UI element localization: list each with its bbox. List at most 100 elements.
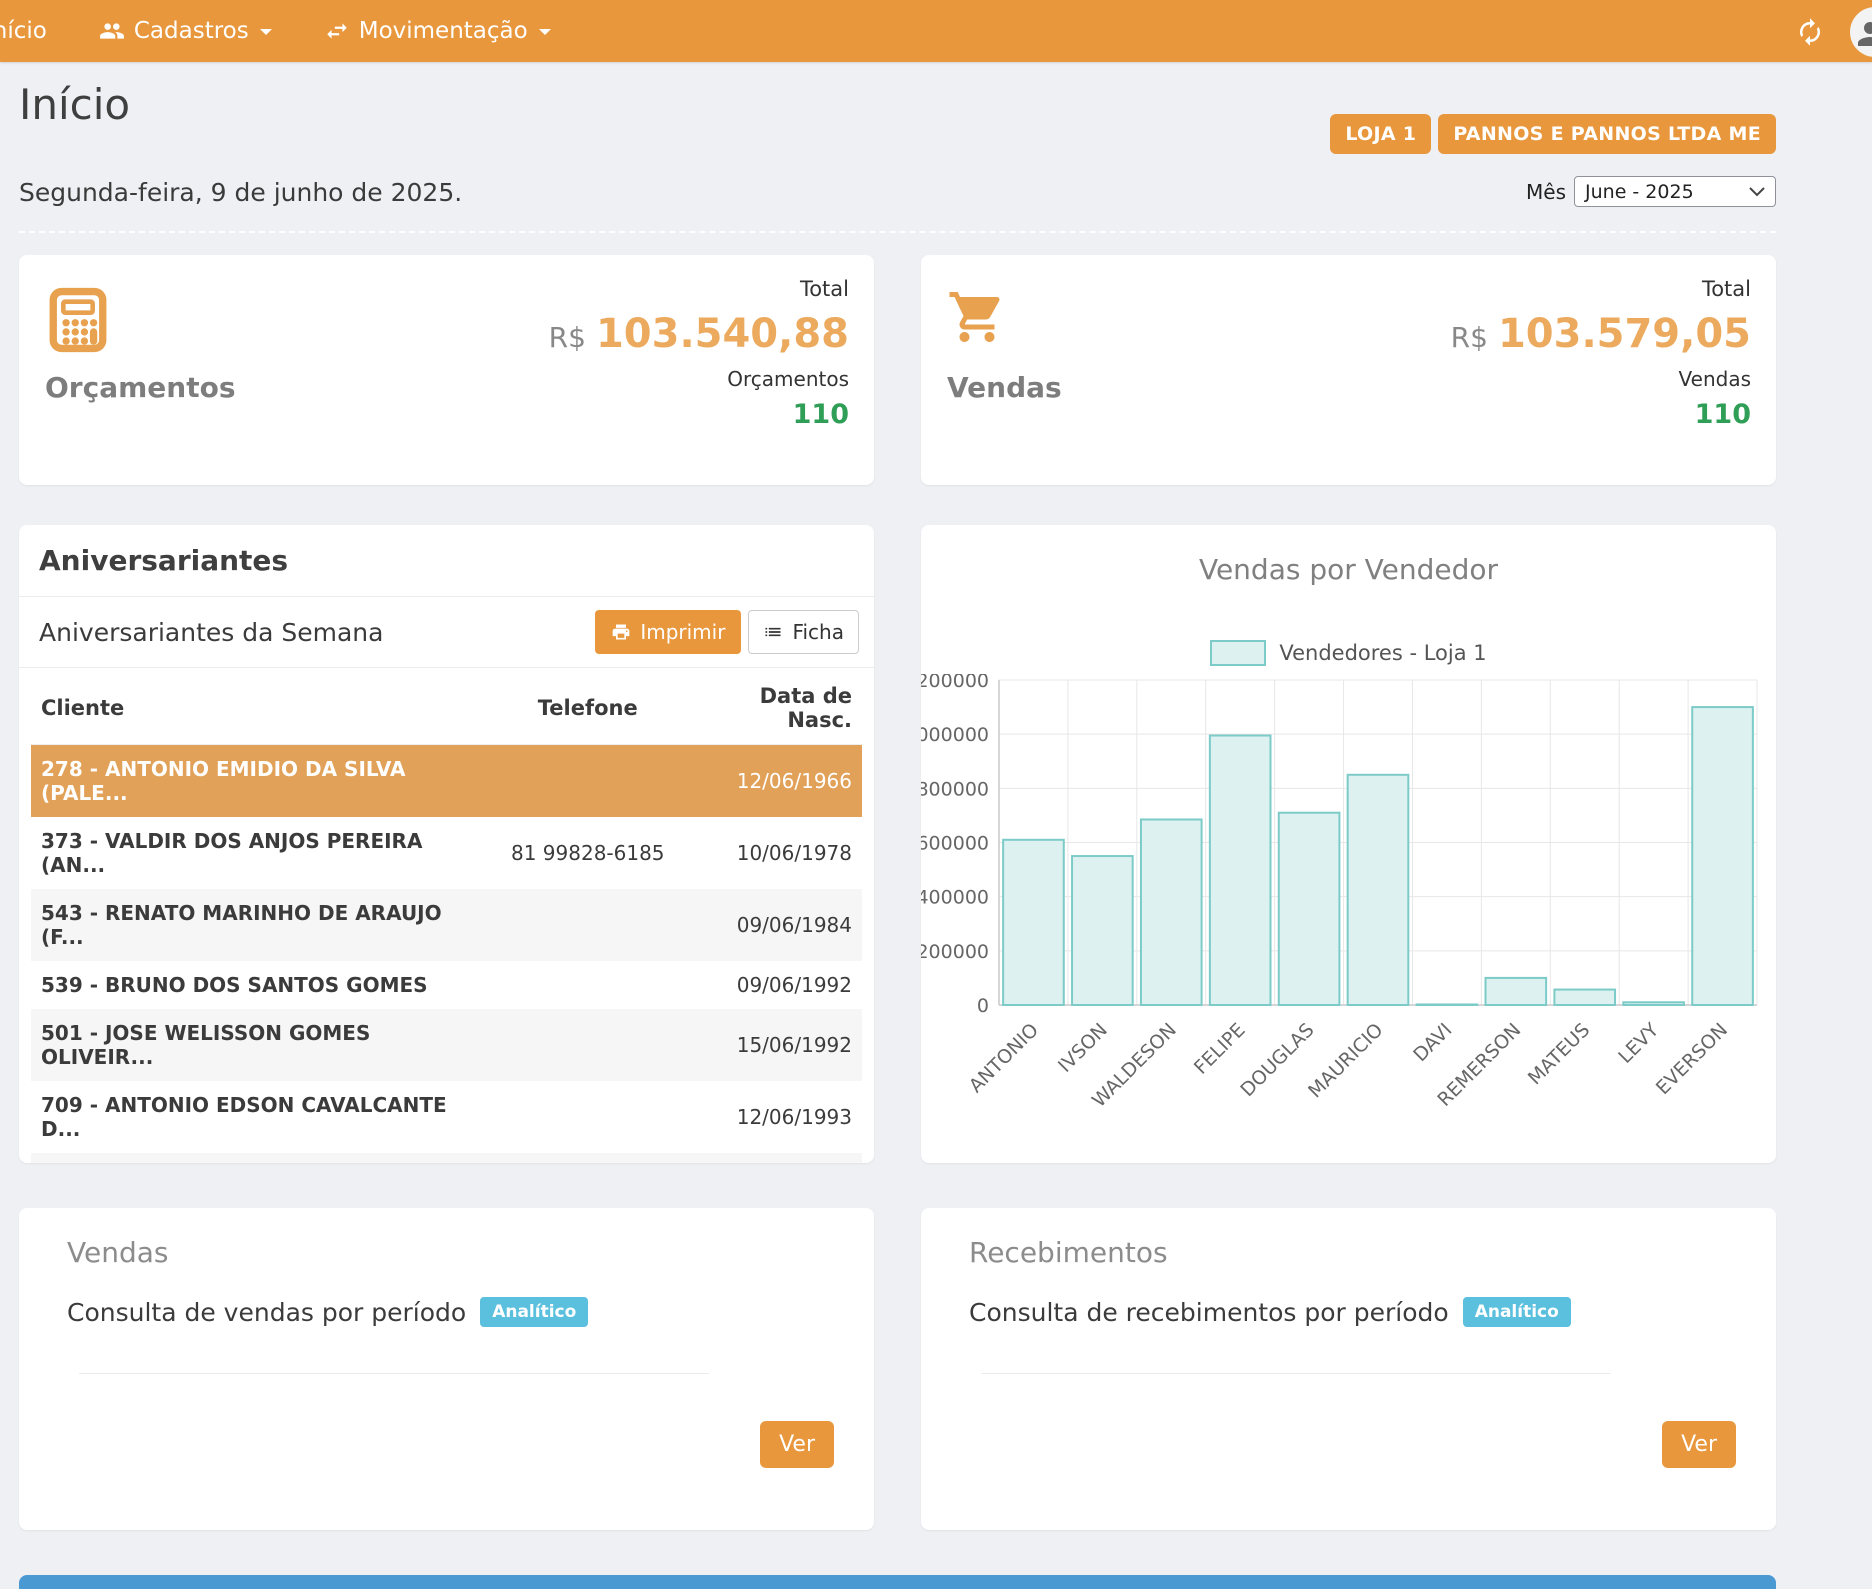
svg-text:LEVY: LEVY [1614,1019,1663,1068]
nav-item-movimentacao[interactable]: Movimentação [298,0,577,62]
list-icon [763,622,783,642]
table-row[interactable]: 501 - JOSE WELISSON GOMES OLIVEIR... 15/0… [31,1009,862,1081]
currency-label: R$ [1451,321,1488,354]
month-label: Mês [1526,180,1566,204]
count-label: Vendas [1451,367,1751,391]
column-data-nasc: Data de Nasc. [687,670,862,745]
next-panel-strip [19,1575,1776,1589]
legend-label: Vendedores - Loja 1 [1279,641,1486,665]
table-row[interactable]: 669 - RAFAELA PROCOPIO DA SILVA CA... 11/… [31,1153,862,1163]
birthdays-table: Cliente Telefone Data de Nasc. 278 - ANT… [31,670,862,1163]
table-cell-birth: 11/06/1995 [687,1153,862,1163]
table-cell-phone [488,889,687,961]
table-cell-phone [488,1009,687,1081]
table-cell-birth: 09/06/1992 [687,961,862,1009]
svg-text:DAVI: DAVI [1409,1019,1456,1066]
table-cell-client: 539 - BRUNO DOS SANTOS GOMES [31,961,488,1009]
total-value: 103.579,05 [1498,311,1751,357]
users-icon [99,18,125,44]
table-cell-phone [488,745,687,818]
person-icon [1852,16,1872,52]
birthdays-panel: Aniversariantes Aniversariantes da Seman… [19,525,874,1163]
table-cell-birth: 15/06/1992 [687,1009,862,1081]
table-row[interactable]: 373 - VALDIR DOS ANJOS PEREIRA (AN...81 … [31,817,862,889]
table-cell-client: 669 - RAFAELA PROCOPIO DA SILVA CA... [31,1153,488,1163]
currency-label: R$ [549,321,586,354]
svg-text:IVSON: IVSON [1054,1019,1112,1077]
summary-card-orcamentos: Orçamentos Total R$103.540,88 Orçamentos… [19,255,874,485]
chart-legend[interactable]: Vendedores - Loja 1 [921,640,1776,666]
printer-icon [611,622,631,642]
print-button[interactable]: Imprimir [595,610,741,654]
column-telefone: Telefone [488,670,687,745]
store-button[interactable]: LOJA 1 [1330,114,1431,154]
nav-item-inicio[interactable]: Início [0,0,73,62]
bottom-card-title: Recebimentos [969,1236,1728,1269]
page-date: Segunda-feira, 9 de junho de 2025. [19,178,462,207]
company-button[interactable]: PANNOS E PANNOS LTDA ME [1438,114,1776,154]
svg-text:400000: 400000 [921,887,989,909]
refresh-button[interactable] [1795,17,1825,47]
table-row[interactable]: 709 - ANTONIO EDSON CAVALCANTE D... 12/06… [31,1081,862,1153]
nav-item-label: Cadastros [134,18,249,44]
svg-text:800000: 800000 [921,778,989,800]
bottom-card-desc: Consulta de vendas por período [67,1298,466,1327]
legend-swatch [1210,640,1266,666]
total-value: 103.540,88 [596,311,849,357]
chart-title: Vendas por Vendedor [921,553,1776,586]
table-cell-client: 278 - ANTONIO EMIDIO DA SILVA (PALE... [31,745,488,818]
svg-text:1000000: 1000000 [921,724,989,746]
chevron-down-icon [1749,187,1765,197]
total-label: Total [1451,277,1751,301]
summary-card-title: Vendas [947,371,1062,404]
month-select[interactable]: June - 2025 [1574,176,1776,207]
table-cell-phone [488,1153,687,1163]
table-row[interactable]: 539 - BRUNO DOS SANTOS GOMES 09/06/1992 [31,961,862,1009]
navbar: Início Cadastros Movimentação [0,0,1872,62]
refresh-icon [1795,17,1825,47]
count-label: Orçamentos [549,367,849,391]
svg-text:200000: 200000 [921,941,989,963]
total-label: Total [549,277,849,301]
bottom-card-desc: Consulta de recebimentos por período [969,1298,1449,1327]
table-cell-phone [488,961,687,1009]
ficha-button[interactable]: Ficha [748,610,859,654]
table-row[interactable]: 278 - ANTONIO EMIDIO DA SILVA (PALE... 12… [31,745,862,818]
exchange-icon [324,18,350,44]
table-cell-birth: 09/06/1984 [687,889,862,961]
cart-icon [947,287,1013,353]
badge-analitico: Analítico [1463,1297,1571,1327]
birthdays-subtitle: Aniversariantes da Semana [39,618,383,647]
panel-title: Aniversariantes [19,525,874,597]
svg-text:0: 0 [977,995,989,1017]
nav-item-cadastros[interactable]: Cadastros [73,0,298,62]
svg-text:MATEUS: MATEUS [1524,1019,1594,1089]
sales-chart: 020000040000060000080000010000001200000A… [921,674,1776,1144]
badge-analitico: Analítico [480,1297,588,1327]
table-cell-birth: 12/06/1993 [687,1081,862,1153]
nav-item-label: Início [0,18,47,44]
table-cell-client: 373 - VALDIR DOS ANJOS PEREIRA (AN... [31,817,488,889]
ver-button[interactable]: Ver [760,1421,834,1468]
divider [19,231,1776,233]
nav-item-label: Movimentação [359,18,528,44]
count-value: 110 [549,399,849,430]
calculator-icon [45,287,111,353]
table-cell-phone: 81 99828-6185 [488,817,687,889]
ver-button[interactable]: Ver [1662,1421,1736,1468]
month-select-value: June - 2025 [1585,181,1694,203]
table-cell-client: 543 - RENATO MARINHO DE ARAUJO (F... [31,889,488,961]
table-cell-client: 709 - ANTONIO EDSON CAVALCANTE D... [31,1081,488,1153]
svg-text:ANTONIO: ANTONIO [965,1019,1043,1097]
avatar[interactable] [1850,7,1872,57]
svg-text:FELIPE: FELIPE [1190,1019,1250,1079]
table-row[interactable]: 543 - RENATO MARINHO DE ARAUJO (F... 09/0… [31,889,862,961]
table-cell-client: 501 - JOSE WELISSON GOMES OLIVEIR... [31,1009,488,1081]
table-cell-birth: 12/06/1966 [687,745,862,818]
page-title: Início [19,82,130,128]
count-value: 110 [1451,399,1751,430]
column-cliente: Cliente [31,670,488,745]
svg-text:600000: 600000 [921,833,989,855]
caret-down-icon [539,29,551,41]
svg-text:MAURICIO: MAURICIO [1304,1019,1387,1102]
